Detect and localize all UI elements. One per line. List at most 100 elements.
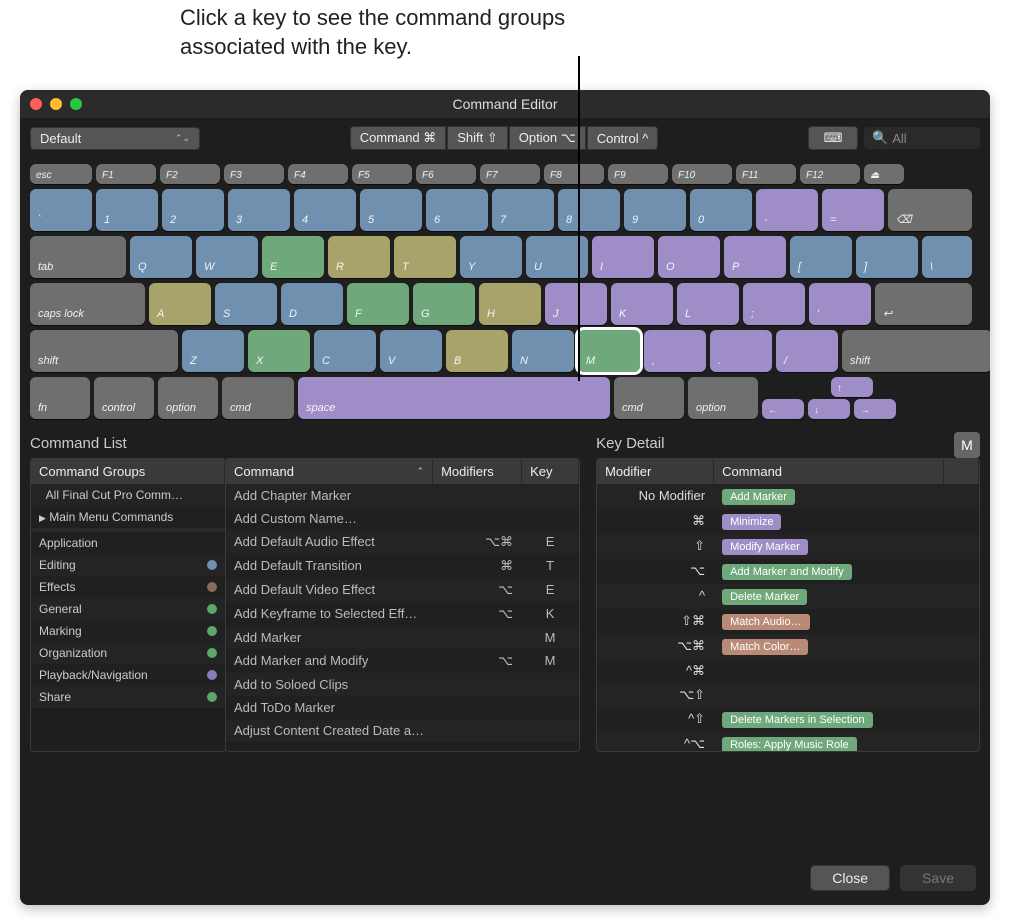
key-p[interactable]: P <box>724 236 786 278</box>
key-n[interactable]: N <box>512 330 574 372</box>
command-row[interactable]: Add Chapter Marker <box>226 484 579 507</box>
col-command[interactable]: Command ⌃ <box>226 459 433 484</box>
group-row[interactable]: Effects <box>31 576 225 598</box>
seg-control[interactable]: Control ^ <box>587 126 659 150</box>
preset-popup[interactable]: Default ⌃⌄ <box>30 127 200 150</box>
command-row[interactable]: Adjust Content Created Date a… <box>226 719 579 742</box>
key-f11[interactable]: F11 <box>736 164 796 184</box>
key-a[interactable]: A <box>149 283 211 325</box>
key-;[interactable]: ; <box>743 283 805 325</box>
command-row[interactable]: Add to Soloed Clips <box>226 673 579 696</box>
key-s[interactable]: S <box>215 283 277 325</box>
group-row[interactable]: Playback/Navigation <box>31 664 225 686</box>
seg-shift[interactable]: Shift ⇧ <box>447 126 508 150</box>
key-0[interactable]: 0 <box>690 189 752 231</box>
key-detail-row[interactable]: ^⇧Delete Markers in Selection <box>597 707 979 732</box>
key-f10[interactable]: F10 <box>672 164 732 184</box>
key-\[interactable]: \ <box>922 236 972 278</box>
key-,[interactable]: , <box>644 330 706 372</box>
seg-command[interactable]: Command ⌘ <box>350 126 447 150</box>
key-detail-row[interactable]: ⌥Add Marker and Modify <box>597 559 979 584</box>
group-row[interactable]: Marking <box>31 620 225 642</box>
key-←[interactable]: ← <box>762 399 804 419</box>
key-/[interactable]: / <box>776 330 838 372</box>
key-`[interactable]: ` <box>30 189 92 231</box>
key-detail-row[interactable]: ^⌥Roles: Apply Music Role <box>597 732 979 752</box>
key-↩[interactable]: ↩ <box>875 283 972 325</box>
key-option[interactable]: option <box>158 377 218 419</box>
key-][interactable]: ] <box>856 236 918 278</box>
col-key[interactable]: Key <box>522 459 579 484</box>
key-g[interactable]: G <box>413 283 475 325</box>
group-row[interactable]: Editing <box>31 554 225 576</box>
key-f12[interactable]: F12 <box>800 164 860 184</box>
close-button[interactable]: Close <box>810 865 890 891</box>
key-v[interactable]: V <box>380 330 442 372</box>
key-⏏[interactable]: ⏏ <box>864 164 904 184</box>
key-l[interactable]: L <box>677 283 739 325</box>
key-d[interactable]: D <box>281 283 343 325</box>
command-row[interactable]: Add Keyframe to Selected Eff…⌥K <box>226 602 579 626</box>
key-↓[interactable]: ↓ <box>808 399 850 419</box>
key-o[interactable]: O <box>658 236 720 278</box>
key-i[interactable]: I <box>592 236 654 278</box>
keyboard-overlay-button[interactable]: ⌨︎ <box>808 126 858 150</box>
key-space[interactable]: space <box>298 377 610 419</box>
key-z[interactable]: Z <box>182 330 244 372</box>
group-row[interactable]: General <box>31 598 225 620</box>
key-.[interactable]: . <box>710 330 772 372</box>
key-1[interactable]: 1 <box>96 189 158 231</box>
command-row[interactable]: Add Default Transition⌘T <box>226 554 579 578</box>
key-r[interactable]: R <box>328 236 390 278</box>
key-8[interactable]: 8 <box>558 189 620 231</box>
key-y[interactable]: Y <box>460 236 522 278</box>
key-x[interactable]: X <box>248 330 310 372</box>
key-detail-row[interactable]: ⌥⇧ <box>597 683 979 707</box>
key-⌫[interactable]: ⌫ <box>888 189 972 231</box>
key-f[interactable]: F <box>347 283 409 325</box>
key-esc[interactable]: esc <box>30 164 92 184</box>
key-h[interactable]: H <box>479 283 541 325</box>
command-row[interactable]: Add Custom Name… <box>226 507 579 530</box>
key-f5[interactable]: F5 <box>352 164 412 184</box>
key-detail-row[interactable]: No ModifierAdd Marker <box>597 484 979 509</box>
command-row[interactable]: Add Marker and Modify⌥M <box>226 649 579 673</box>
key-↑[interactable]: ↑ <box>831 377 873 397</box>
key-option[interactable]: option <box>688 377 758 419</box>
key-b[interactable]: B <box>446 330 508 372</box>
key-f1[interactable]: F1 <box>96 164 156 184</box>
group-row[interactable]: Application <box>31 532 225 554</box>
key-detail-row[interactable]: ^Delete Marker <box>597 584 979 609</box>
key-c[interactable]: C <box>314 330 376 372</box>
key-3[interactable]: 3 <box>228 189 290 231</box>
key-2[interactable]: 2 <box>162 189 224 231</box>
group-row[interactable]: Organization <box>31 642 225 664</box>
command-row[interactable]: Add Default Audio Effect⌥⌘E <box>226 530 579 554</box>
key-shift[interactable]: shift <box>842 330 990 372</box>
key-f8[interactable]: F8 <box>544 164 604 184</box>
key-j[interactable]: J <box>545 283 607 325</box>
key-f2[interactable]: F2 <box>160 164 220 184</box>
key-m[interactable]: M <box>578 330 640 372</box>
key-detail-row[interactable]: ⇧Modify Marker <box>597 534 979 559</box>
key-5[interactable]: 5 <box>360 189 422 231</box>
key-detail-row[interactable]: ⌥⌘Match Color… <box>597 634 979 659</box>
col-modifiers[interactable]: Modifiers <box>433 459 522 484</box>
command-row[interactable]: Add Default Video Effect⌥E <box>226 578 579 602</box>
key-control[interactable]: control <box>94 377 154 419</box>
key-f3[interactable]: F3 <box>224 164 284 184</box>
key-=[interactable]: = <box>822 189 884 231</box>
key-cmd[interactable]: cmd <box>614 377 684 419</box>
key-'[interactable]: ' <box>809 283 871 325</box>
key-shift[interactable]: shift <box>30 330 178 372</box>
group-row[interactable]: All Final Cut Pro Comm… <box>31 484 225 506</box>
key-4[interactable]: 4 <box>294 189 356 231</box>
key-→[interactable]: → <box>854 399 896 419</box>
key-6[interactable]: 6 <box>426 189 488 231</box>
seg-option[interactable]: Option ⌥ <box>509 126 586 150</box>
key-f6[interactable]: F6 <box>416 164 476 184</box>
key-f9[interactable]: F9 <box>608 164 668 184</box>
key-caps lock[interactable]: caps lock <box>30 283 145 325</box>
command-row[interactable]: Add ToDo Marker <box>226 696 579 719</box>
key-[[interactable]: [ <box>790 236 852 278</box>
